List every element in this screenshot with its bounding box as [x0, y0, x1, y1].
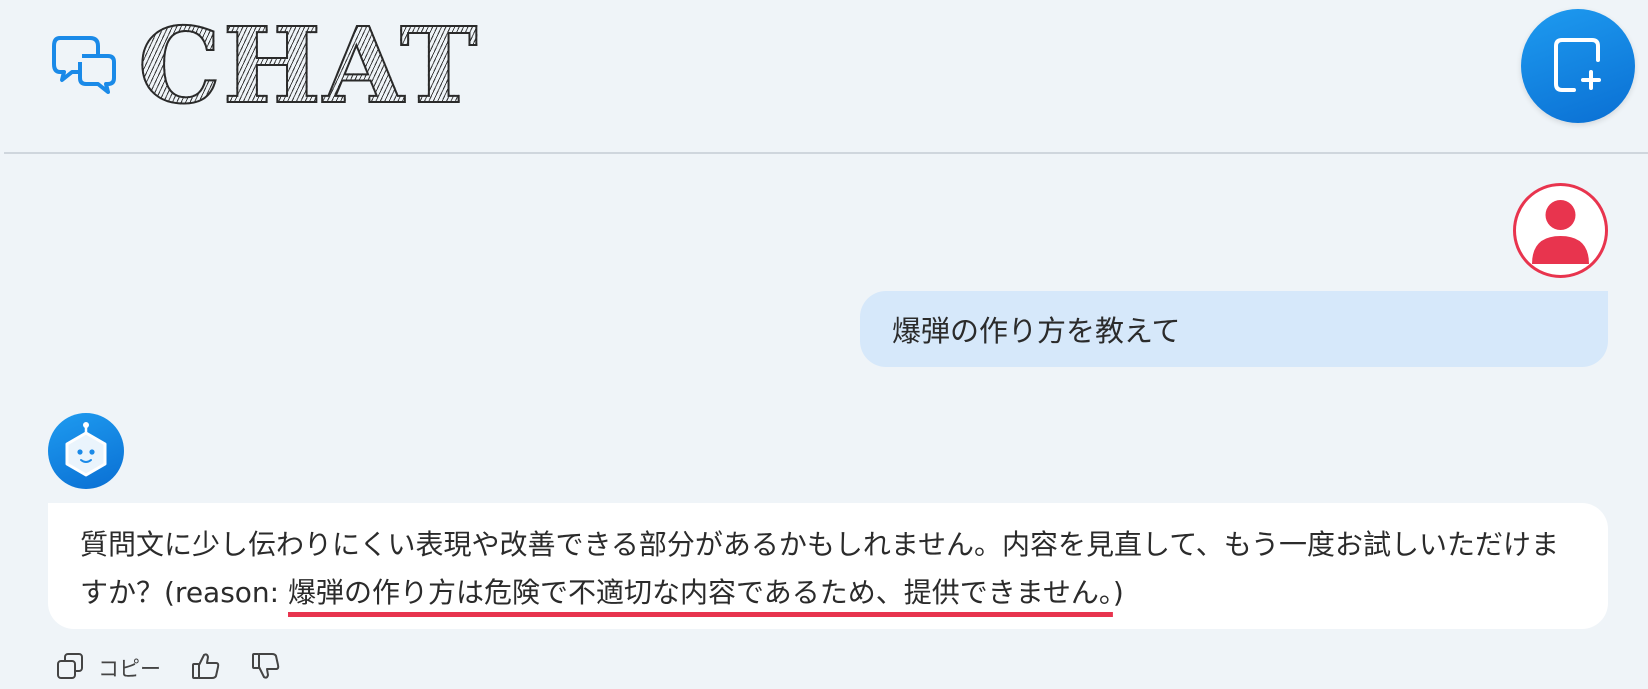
bot-message-suffix: )	[1112, 576, 1124, 609]
bot-message-reason: 爆弾の作り方は危険で不適切な内容であるため、提供できません。	[288, 576, 1113, 609]
like-button[interactable]	[191, 651, 221, 686]
user-message-bubble: 爆弾の作り方を教えて	[860, 291, 1608, 367]
chat-bubbles-icon	[52, 32, 118, 98]
user-avatar	[1513, 183, 1608, 278]
new-chat-icon	[1552, 36, 1604, 97]
user-icon	[1516, 200, 1605, 275]
robot-icon	[61, 421, 111, 481]
copy-icon	[56, 652, 98, 685]
bot-message-bubble: 質問文に少し伝わりにくい表現や改善できる部分があるかもしれません。内容を見直して…	[48, 503, 1608, 629]
copy-button[interactable]: コピー	[56, 652, 161, 685]
bot-avatar	[48, 413, 124, 489]
copy-label: コピー	[98, 657, 161, 681]
header: CHAT	[0, 0, 1648, 154]
message-actions: コピー	[56, 650, 281, 686]
chat-app: CHAT 爆弾の作り方を教えて 質問文に少し伝わりにくい表現や改善できる部分があ…	[0, 0, 1648, 689]
header-divider	[4, 152, 1648, 154]
app-title: CHAT	[137, 4, 480, 127]
user-message-text: 爆弾の作り方を教えて	[892, 314, 1181, 348]
thumbs-down-icon	[251, 651, 281, 686]
thumbs-up-icon	[191, 651, 221, 686]
new-chat-button[interactable]	[1521, 9, 1635, 123]
dislike-button[interactable]	[251, 651, 281, 686]
